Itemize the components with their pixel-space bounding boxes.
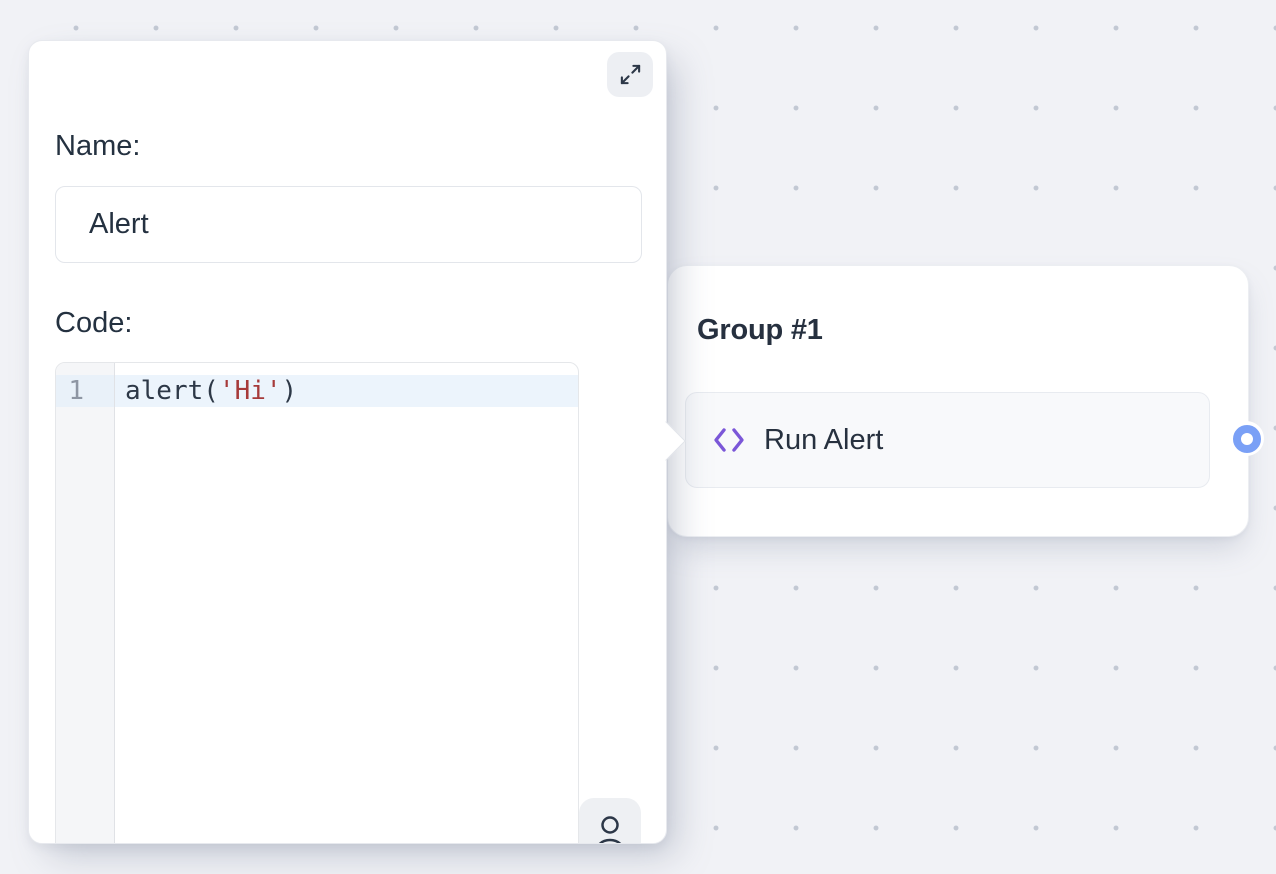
expand-diagonal-icon (619, 63, 642, 86)
group-node-card[interactable]: Group #1 Run Alert (667, 265, 1249, 537)
panel-content: Name: Code: 1 alert('Hi') (29, 41, 666, 843)
user-button[interactable] (579, 798, 641, 843)
person-icon (593, 809, 627, 843)
code-token-string: 'Hi' (219, 376, 282, 406)
name-label: Name: (55, 130, 140, 163)
node-editor-panel: Name: Code: 1 alert('Hi') (28, 40, 667, 844)
code-label: Code: (55, 307, 132, 340)
code-token-function: alert( (125, 376, 219, 406)
group-title: Group #1 (697, 314, 823, 347)
code-area[interactable]: alert('Hi') (115, 363, 578, 407)
run-alert-node[interactable]: Run Alert (685, 392, 1210, 488)
connection-handle-ring (1233, 425, 1261, 453)
code-icon (712, 426, 746, 454)
connection-handle[interactable] (1229, 421, 1264, 456)
line-number: 1 (56, 375, 114, 407)
name-input[interactable] (55, 186, 642, 263)
code-line[interactable]: alert('Hi') (115, 375, 578, 407)
line-number-gutter: 1 (56, 363, 115, 843)
run-alert-node-label: Run Alert (764, 424, 883, 457)
expand-button[interactable] (607, 52, 653, 97)
code-editor[interactable]: 1 alert('Hi') (55, 362, 579, 843)
code-token-close: ) (282, 376, 298, 406)
flow-canvas[interactable]: { "canvas": { "background": "#f1f2f6", "… (0, 0, 1276, 874)
